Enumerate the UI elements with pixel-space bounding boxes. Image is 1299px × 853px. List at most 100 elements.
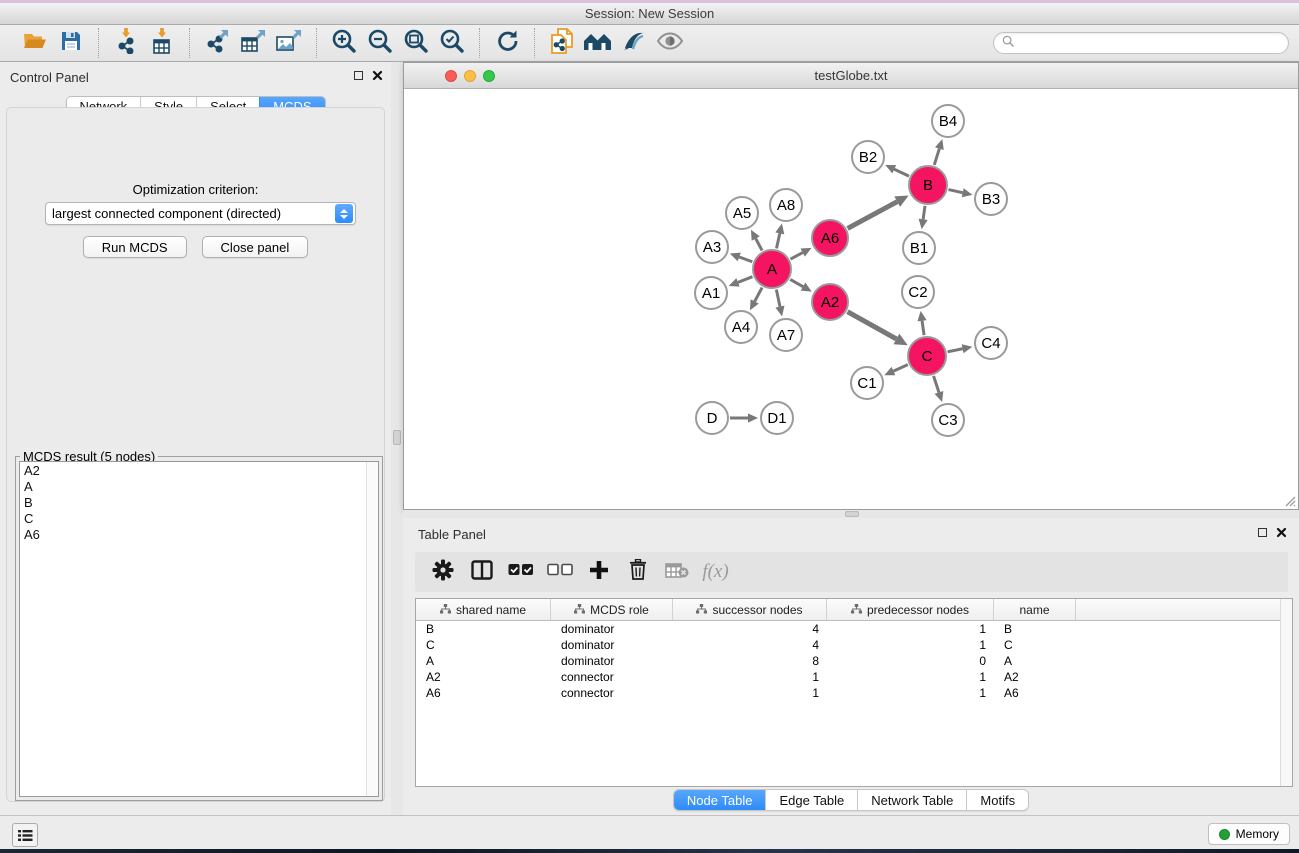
graph-node-A3[interactable]: A3 (695, 230, 729, 264)
mcds-result-item[interactable]: A (20, 479, 365, 495)
zoom-out-button[interactable] (362, 28, 398, 58)
show-all-networks-button[interactable] (580, 28, 616, 58)
create-column-plus-button[interactable] (581, 556, 616, 588)
edge-A-A2[interactable] (790, 279, 803, 286)
edge-A2-C[interactable] (847, 312, 896, 339)
tab-network-table[interactable]: Network Table (857, 790, 966, 810)
graph-node-D[interactable]: D (695, 401, 729, 435)
edge-A-A8[interactable] (776, 233, 779, 248)
graph-node-A2[interactable]: A2 (811, 283, 849, 321)
new-network-from-file-button[interactable] (544, 28, 580, 58)
apply-layout-button[interactable] (489, 28, 525, 58)
resize-grip-icon[interactable] (1283, 494, 1296, 507)
table-scrollbar[interactable] (1280, 599, 1292, 786)
mcds-result-item[interactable]: A6 (20, 527, 365, 543)
tab-edge-table[interactable]: Edge Table (765, 790, 857, 810)
horizontal-split-divider[interactable] (403, 510, 1299, 518)
mcds-result-list[interactable]: A2ABCA6 (19, 461, 379, 797)
graph-node-C1[interactable]: C1 (850, 366, 884, 400)
table-row[interactable]: Cdominator41C (416, 637, 1292, 653)
criterion-dropdown[interactable]: largest connected component (directed) (45, 202, 356, 225)
select-all-checkboxes-button[interactable] (503, 556, 538, 588)
annotation-pen-button[interactable] (616, 28, 652, 58)
column-header-successor-nodes[interactable]: successor nodes (673, 599, 827, 620)
graph-node-B3[interactable]: B3 (974, 182, 1008, 216)
graph-node-B[interactable]: B (908, 165, 948, 205)
column-header-MCDS-role[interactable]: MCDS role (551, 599, 673, 620)
edge-A-A7[interactable] (776, 290, 780, 307)
network-canvas[interactable]: AA6A2BCA5A8A3A1A4A7B2B4B3B1C2C4C1C3DD1 (404, 89, 1298, 509)
mcds-result-item[interactable]: B (20, 495, 365, 511)
memory-button[interactable]: Memory (1208, 823, 1290, 845)
graph-node-B1[interactable]: B1 (902, 231, 936, 265)
graph-node-A5[interactable]: A5 (725, 196, 759, 230)
edge-B-B2[interactable] (894, 169, 909, 176)
edge-A-A3[interactable] (739, 257, 752, 262)
search-input[interactable] (1019, 35, 1280, 51)
edge-C-C4[interactable] (948, 349, 963, 352)
edge-B-B1[interactable] (923, 206, 925, 220)
graph-node-B4[interactable]: B4 (931, 104, 965, 138)
tab-motifs[interactable]: Motifs (966, 790, 1028, 810)
close-panel-button[interactable]: Close panel (202, 236, 309, 258)
edge-C-C1[interactable] (893, 365, 907, 371)
graph-node-A1[interactable]: A1 (694, 276, 728, 310)
mcds-result-item[interactable]: A2 (20, 463, 365, 479)
edge-A-A6[interactable] (791, 253, 803, 259)
divider-handle[interactable] (845, 511, 859, 517)
edge-B-B3[interactable] (948, 190, 962, 193)
graph-node-A[interactable]: A (752, 249, 792, 289)
show-columns-button[interactable] (464, 556, 499, 588)
graph-node-D1[interactable]: D1 (760, 401, 794, 435)
export-image-button[interactable] (271, 28, 307, 58)
edge-C-C2[interactable] (922, 321, 924, 335)
mcds-result-scrollbar[interactable] (366, 462, 378, 796)
hide-eye-button[interactable] (652, 28, 688, 58)
graph-node-A6[interactable]: A6 (811, 219, 849, 257)
divider-handle[interactable] (393, 430, 401, 445)
close-panel-icon[interactable] (372, 70, 383, 81)
column-header-name[interactable]: name (994, 599, 1076, 620)
edge-A-A5[interactable] (756, 239, 762, 251)
edge-A-A4[interactable] (755, 288, 762, 302)
table-row[interactable]: Bdominator41B (416, 621, 1292, 637)
delete-column-trash-button[interactable] (620, 556, 655, 588)
zoom-in-button[interactable] (326, 28, 362, 58)
table-row[interactable]: Adominator80A (416, 653, 1292, 669)
graph-node-C2[interactable]: C2 (901, 275, 935, 309)
close-panel-icon[interactable] (1276, 527, 1287, 538)
float-panel-icon[interactable] (354, 71, 363, 80)
table-row[interactable]: A2connector11A2 (416, 669, 1292, 685)
edge-A-A1[interactable] (738, 277, 752, 283)
table-settings-gear-button[interactable] (425, 556, 460, 588)
edge-A6-B[interactable] (848, 202, 898, 229)
column-header-shared-name[interactable]: shared name (416, 599, 551, 620)
zoom-selected-button[interactable] (434, 28, 470, 58)
export-network-button[interactable] (199, 28, 235, 58)
graph-node-C[interactable]: C (907, 336, 947, 376)
edge-C-C3[interactable] (934, 376, 939, 392)
export-table-button[interactable] (235, 28, 271, 58)
graph-node-C4[interactable]: C4 (974, 326, 1008, 360)
network-window-titlebar[interactable]: testGlobe.txt (404, 63, 1298, 89)
graph-node-A7[interactable]: A7 (769, 318, 803, 352)
tab-node-table[interactable]: Node Table (674, 790, 766, 810)
open-session-folder-button[interactable] (17, 28, 53, 58)
column-header-predecessor-nodes[interactable]: predecessor nodes (827, 599, 994, 620)
run-mcds-button[interactable]: Run MCDS (83, 236, 187, 258)
panel-split-divider[interactable] (391, 62, 403, 815)
mcds-result-item[interactable]: C (20, 511, 365, 527)
edge-B-B4[interactable] (934, 149, 939, 165)
save-session-button[interactable] (53, 28, 89, 58)
graph-node-A8[interactable]: A8 (769, 188, 803, 222)
search-field[interactable] (993, 32, 1289, 54)
float-panel-icon[interactable] (1258, 528, 1267, 537)
graph-node-C3[interactable]: C3 (931, 403, 965, 437)
zoom-fit-button[interactable] (398, 28, 434, 58)
import-table-button[interactable] (144, 28, 180, 58)
unselect-all-checkboxes-button[interactable] (542, 556, 577, 588)
table-row[interactable]: A6connector11A6 (416, 685, 1292, 701)
import-network-button[interactable] (108, 28, 144, 58)
graph-node-A4[interactable]: A4 (724, 310, 758, 344)
task-history-button[interactable] (12, 823, 38, 847)
